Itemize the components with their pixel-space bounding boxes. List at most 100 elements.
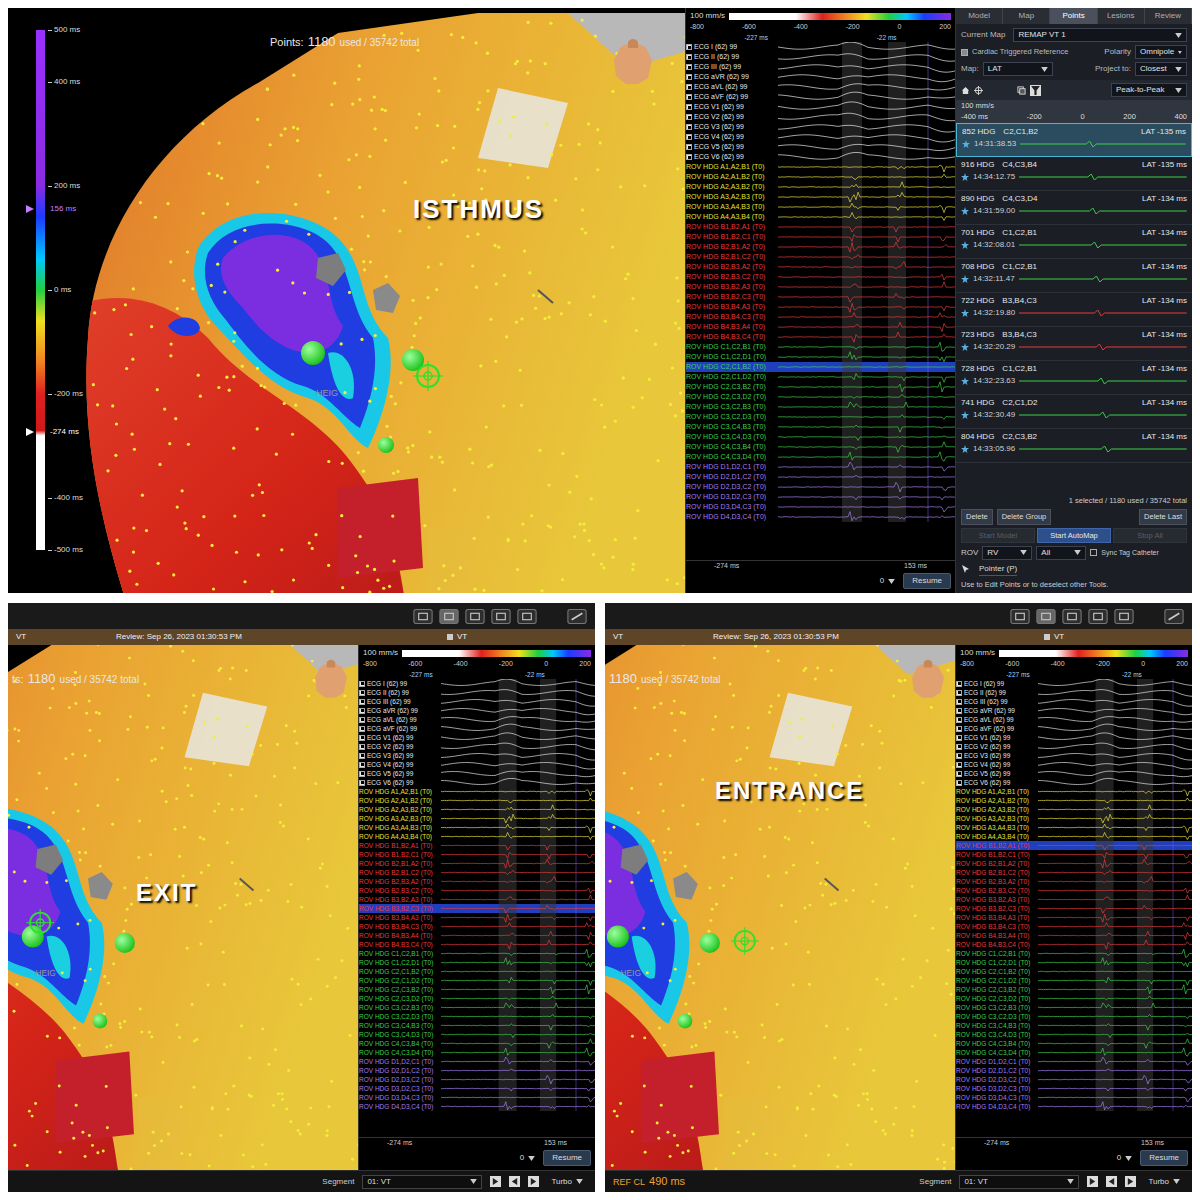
channel-row[interactable]: ROV HDG B3,B2,C3 (T0)	[359, 904, 595, 913]
channel-checkbox[interactable]	[686, 124, 692, 130]
channel-checkbox[interactable]	[956, 708, 962, 714]
channel-row[interactable]: ROV HDG C3,C4,D3 (T0)	[956, 1030, 1192, 1039]
channel-row[interactable]: ROV HDG B2,B1,C2 (T0)	[686, 252, 955, 262]
star-icon[interactable]	[961, 377, 969, 385]
channel-row[interactable]: ROV HDG B4,B3,A4 (T0)	[359, 931, 595, 940]
channel-row[interactable]: ROV HDG D3,D4,C3 (T0)	[359, 1093, 595, 1102]
channel-row[interactable]: ROV HDG D3,D2,C3 (T0)	[359, 1084, 595, 1093]
channel-row[interactable]: ROV HDG B4,B3,C4 (T0)	[359, 940, 595, 949]
channel-row[interactable]: ROV HDG A2,A3,B2 (T0)	[686, 182, 955, 192]
time-marker[interactable]: -22 ms	[877, 33, 897, 43]
home-icon[interactable]	[961, 86, 970, 95]
channel-row[interactable]: ROV HDG C3,C2,D3 (T0)	[359, 1012, 595, 1021]
channel-checkbox[interactable]	[359, 708, 365, 714]
channel-checkbox[interactable]	[686, 84, 692, 90]
channel-row[interactable]: ROV HDG B2,B1,C2 (T0)	[359, 868, 595, 877]
time-marker[interactable]: -227 ms	[744, 33, 767, 43]
channel-row[interactable]: ROV HDG A1,A2,B1 (T0)	[359, 787, 595, 796]
channel-checkbox[interactable]	[359, 690, 365, 696]
channel-row[interactable]: ECG V1 (62) 99	[956, 733, 1192, 742]
channel-row[interactable]: ECG V5 (62) 99	[359, 769, 595, 778]
step-back-icon[interactable]	[509, 1176, 520, 1187]
sidebar-tab[interactable]: Model	[956, 8, 1003, 24]
channel-row[interactable]: ROV HDG B2,B1,C2 (T0)	[956, 868, 1192, 877]
channel-checkbox[interactable]	[686, 44, 692, 50]
channel-row[interactable]: ECG III (62) 99	[359, 697, 595, 706]
channel-row[interactable]: ROV HDG D1,D2,C1 (T0)	[956, 1057, 1192, 1066]
channel-row[interactable]: ROV HDG C1,C2,B1 (T0)	[359, 949, 595, 958]
toolbar-tool-icon[interactable]	[465, 609, 485, 624]
channel-row[interactable]: ROV HDG C1,C2,D1 (T0)	[686, 352, 955, 362]
channel-row[interactable]: ECG aVF (62) 99	[956, 724, 1192, 733]
segment-offset[interactable]: 0	[880, 575, 895, 587]
channel-row[interactable]: ECG V5 (62) 99	[956, 769, 1192, 778]
channel-checkbox[interactable]	[359, 762, 365, 768]
channel-checkbox[interactable]	[359, 753, 365, 759]
channel-row[interactable]: ROV HDG A2,A1,B2 (T0)	[359, 796, 595, 805]
channel-checkbox[interactable]	[686, 54, 692, 60]
channel-row[interactable]: ROV HDG D2,D3,C2 (T0)	[956, 1075, 1192, 1084]
channel-row[interactable]: ROV HDG D2,D1,C2 (T0)	[359, 1066, 595, 1075]
channel-row[interactable]: ECG I (62) 99	[359, 679, 595, 688]
channel-row[interactable]: ROV HDG C1,C2,B1 (T0)	[686, 342, 955, 352]
channel-row[interactable]: ROV HDG D1,D2,C1 (T0)	[359, 1057, 595, 1066]
channel-row[interactable]: ROV HDG B1,B2,C1 (T0)	[359, 850, 595, 859]
channel-row[interactable]: ECG I (62) 99	[956, 679, 1192, 688]
channel-checkbox[interactable]	[686, 64, 692, 70]
star-icon[interactable]	[961, 241, 969, 249]
channel-row[interactable]: ROV HDG A4,A3,B4 (T0)	[359, 832, 595, 841]
play-icon[interactable]	[490, 1176, 501, 1187]
channel-row[interactable]: ROV HDG B1,B2,A1 (T0)	[359, 841, 595, 850]
toolbar-tool-icon[interactable]	[413, 609, 433, 624]
channel-checkbox[interactable]	[956, 726, 962, 732]
channel-row[interactable]: ROV HDG B3,B4,C3 (T0)	[686, 312, 955, 322]
channel-row[interactable]: ECG V6 (62) 99	[359, 778, 595, 787]
channel-row[interactable]: ROV HDG D2,D1,C2 (T0)	[686, 472, 955, 482]
channel-row[interactable]: ECG V2 (62) 99	[956, 742, 1192, 751]
sidebar-tab[interactable]: Points	[1050, 8, 1097, 24]
activation-map[interactable]: HEIG	[8, 645, 358, 1170]
channel-row[interactable]: ROV HDG C3,C2,B3 (T0)	[359, 1003, 595, 1012]
map-type-select[interactable]: LAT	[983, 62, 1053, 76]
color-bar-marker[interactable]: 156 ms	[26, 203, 76, 215]
map-canvas[interactable]: HEIGts:1180used / 35742 totalEXIT	[8, 645, 358, 1170]
sync-checkbox[interactable]	[1090, 549, 1097, 556]
channel-checkbox[interactable]	[359, 744, 365, 750]
channel-row[interactable]: ECG V3 (62) 99	[359, 751, 595, 760]
channel-row[interactable]: ROV HDG B3,B4,A3 (T0)	[359, 913, 595, 922]
sidebar-tab[interactable]: Map	[1003, 8, 1050, 24]
point-item[interactable]: 723 HDGB3,B4,C3LAT -134 ms14:32:20.29	[956, 327, 1192, 361]
toolbar-tool-icon[interactable]	[1062, 609, 1082, 624]
point-item[interactable]: 852 HDGC2,C1,B2LAT -135 ms14:31:38.53	[956, 123, 1192, 157]
channel-row[interactable]: ROV HDG C4,C3,D4 (T0)	[359, 1048, 595, 1057]
channel-row[interactable]: ROV HDG C2,C3,D2 (T0)	[956, 994, 1192, 1003]
channel-row[interactable]: ROV HDG A2,A3,B2 (T0)	[359, 805, 595, 814]
channel-row[interactable]: ROV HDG C2,C3,D2 (T0)	[686, 392, 955, 402]
rov-filter-select[interactable]: All	[1036, 546, 1086, 560]
channel-row[interactable]: ROV HDG C3,C2,B3 (T0)	[956, 1003, 1192, 1012]
lat-color-bar[interactable]: 500 ms400 ms200 ms0 ms-200 ms-400 ms-500…	[26, 30, 96, 550]
channel-row[interactable]: ECG V2 (62) 99	[359, 742, 595, 751]
copy-icon[interactable]	[1017, 86, 1026, 95]
channel-row[interactable]: ROV HDG B2,B1,A2 (T0)	[956, 859, 1192, 868]
channel-row[interactable]: ECG II (62) 99	[686, 52, 955, 62]
channel-row[interactable]: ROV HDG C3,C4,D3 (T0)	[686, 432, 955, 442]
channel-row[interactable]: ROV HDG B2,B3,A2 (T0)	[359, 877, 595, 886]
channel-row[interactable]: ECG V2 (62) 99	[686, 112, 955, 122]
map-canvas[interactable]: HEIG1180used / 35742 totalENTRANCE	[605, 645, 955, 1170]
resume-button[interactable]: Resume	[903, 573, 951, 589]
toolbar-tool-icon[interactable]	[1114, 609, 1134, 624]
automap-button[interactable]: Start AutoMap	[1037, 528, 1111, 543]
channel-row[interactable]: ECG aVR (62) 99	[956, 706, 1192, 715]
channel-checkbox[interactable]	[956, 690, 962, 696]
toolbar-tool-icon[interactable]	[491, 609, 511, 624]
channel-row[interactable]: ROV HDG C4,C3,B4 (T0)	[956, 1039, 1192, 1048]
channel-row[interactable]: ROV HDG B1,B2,C1 (T0)	[956, 850, 1192, 859]
channel-row[interactable]: ROV HDG C2,C3,B2 (T0)	[956, 985, 1192, 994]
channel-row[interactable]: ECG aVL (62) 99	[956, 715, 1192, 724]
sweep-speed[interactable]: 100 mm/s	[690, 10, 725, 22]
channel-row[interactable]: ROV HDG B1,B2,C1 (T0)	[686, 232, 955, 242]
play-icon[interactable]	[1087, 1176, 1098, 1187]
channel-row[interactable]: ROV HDG B4,B3,C4 (T0)	[956, 940, 1192, 949]
segment-offset[interactable]: 0	[520, 1152, 535, 1164]
